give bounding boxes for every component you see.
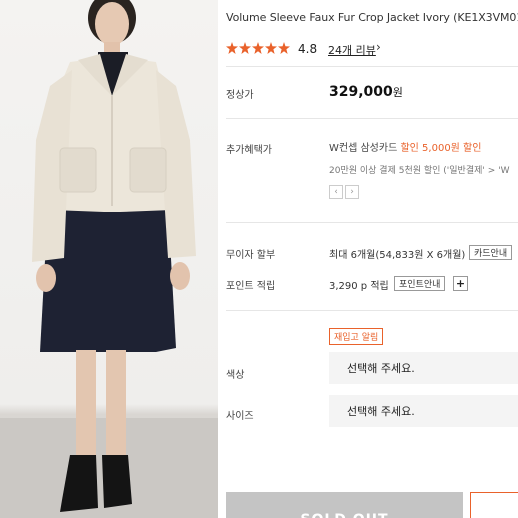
benefit-suffix: 할인 (459, 143, 482, 154)
price-unit: 원 (392, 86, 403, 99)
benefit-card-text: W컨셉 삼성카드 (329, 143, 401, 154)
benefit-label: 추가혜택가 (226, 145, 272, 156)
points-info-button[interactable]: 포인트안내 (394, 276, 446, 291)
plus-icon[interactable]: + (453, 276, 468, 291)
product-image[interactable] (0, 0, 218, 518)
product-title: Volume Sleeve Faux Fur Crop Jacket Ivory… (226, 11, 518, 24)
price-value: 329,000원 (329, 84, 403, 100)
color-label: 색상 (226, 370, 245, 381)
benefit-pager: ‹ › (329, 185, 359, 199)
points-label: 포인트 적립 (226, 281, 276, 292)
color-select[interactable]: 선택해 주세요. (329, 352, 518, 384)
rating-stars (226, 42, 290, 54)
points-value: 3,290 p 적립 (329, 281, 389, 292)
divider (226, 222, 518, 223)
price-amount: 329,000 (329, 84, 393, 100)
star-icon (239, 42, 251, 54)
rating-value: 4.8 (298, 42, 318, 56)
benefit-card-discount: W컨셉 삼성카드 할인 5,000원 할인 (329, 139, 481, 154)
benefit-discount-amount: 5,000원 (422, 143, 460, 154)
chevron-right-icon[interactable]: › (376, 40, 381, 54)
review-count-link[interactable]: 24개 리뷰 (328, 42, 376, 58)
wishlist-button[interactable] (470, 492, 518, 518)
divider (226, 118, 518, 119)
installment-label: 무이자 할부 (226, 250, 276, 261)
star-icon (226, 42, 238, 54)
soldout-button[interactable]: SOLD OUT (226, 492, 463, 518)
star-icon (265, 42, 277, 54)
benefit-condition: 20만원 이상 결제 5천원 할인 ('일반결제' > 'W (329, 166, 510, 176)
divider (226, 310, 518, 311)
size-label: 사이즈 (226, 411, 254, 422)
size-select[interactable]: 선택해 주세요. (329, 395, 518, 427)
star-icon (278, 42, 290, 54)
card-info-button[interactable]: 카드안내 (469, 245, 513, 260)
divider (226, 66, 518, 67)
chevron-left-icon[interactable]: ‹ (329, 185, 343, 199)
product-info-panel: Volume Sleeve Faux Fur Crop Jacket Ivory… (218, 0, 518, 518)
price-label: 정상가 (226, 90, 254, 101)
benefit-discount-word: 할인 (400, 143, 423, 154)
restock-alert-button[interactable]: 재입고 알림 (329, 328, 384, 345)
star-icon (252, 42, 264, 54)
chevron-right-icon[interactable]: › (345, 185, 359, 199)
model-illustration (0, 0, 218, 518)
installment-value: 최대 6개월(54,833원 X 6개월) (329, 250, 466, 261)
